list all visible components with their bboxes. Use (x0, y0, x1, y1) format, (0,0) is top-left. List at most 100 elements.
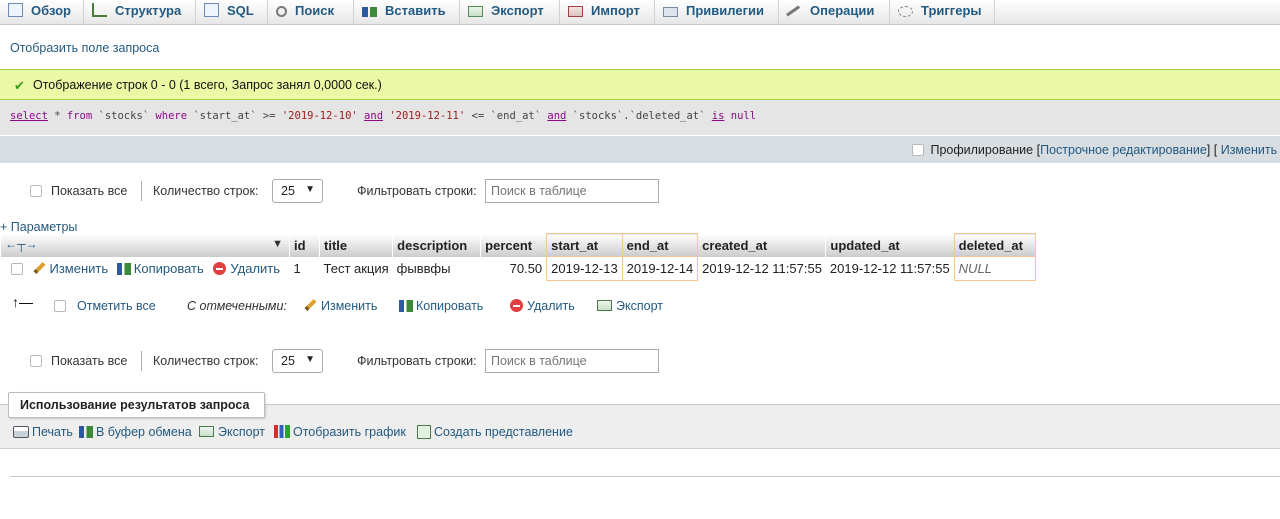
cell-title[interactable]: Тест акция (320, 257, 393, 281)
tab-label: Структура (115, 3, 182, 18)
tab-search[interactable]: Поиск (268, 0, 354, 24)
check-all-link[interactable]: Отметить все (77, 299, 156, 313)
cell-deleted-at[interactable]: NULL (953, 256, 1036, 281)
filter-rows-field[interactable] (485, 349, 659, 373)
export-icon (597, 300, 612, 311)
column-header[interactable]: end_at (621, 233, 699, 257)
print-label: Печать (32, 425, 73, 439)
filter-rows-label: Фильтровать строки: (357, 354, 477, 368)
cell-updated-at[interactable]: 2019-12-12 11:57:55 (826, 257, 954, 281)
success-message: ✔ Отображение строк 0 - 0 (1 всего, Запр… (0, 69, 1280, 100)
profiling-checkbox[interactable] (912, 144, 924, 156)
column-header[interactable]: title (318, 233, 393, 257)
rows-count-select[interactable]: 25 ▼ (272, 349, 323, 373)
clipboard-button[interactable]: В буфер обмена (79, 425, 192, 439)
sql-text: <= `end_at` (465, 110, 548, 122)
tab-sql[interactable]: SQL (196, 0, 268, 24)
bulk-edit-button[interactable]: Изменить (304, 298, 377, 313)
sql-keyword[interactable]: is (712, 110, 725, 122)
cell-id[interactable]: 1 (290, 257, 320, 281)
delete-row-button[interactable]: Удалить (213, 261, 280, 276)
tab-label: Триггеры (921, 3, 982, 18)
cell-created-at[interactable]: 2019-12-12 11:57:55 (698, 257, 826, 281)
navigation-bottom: Показать все Количество строк: 25 ▼ Филь… (0, 349, 680, 375)
tab-label: Привилегии (686, 3, 764, 18)
sql-keyword[interactable]: and (547, 110, 566, 122)
rows-count-select[interactable]: 25 ▼ (272, 179, 323, 203)
row-checkbox[interactable] (10, 263, 23, 275)
tab-export[interactable]: Экспорт (460, 0, 560, 24)
cell-description[interactable]: фыввфы (393, 257, 481, 281)
sql-query[interactable]: select * from `stocks` where `start_at` … (10, 110, 756, 122)
tab-label: Вставить (385, 3, 446, 18)
show-all-checkbox[interactable] (30, 185, 42, 197)
column-header[interactable]: updated_at (825, 233, 955, 257)
rows-count-value: 25 (281, 354, 295, 368)
with-selected-label: С отмеченными: (187, 299, 287, 313)
show-query-link[interactable]: Отобразить поле запроса (10, 41, 159, 55)
inline-edit-link[interactable]: Построчное редактирование (1040, 143, 1207, 157)
tab-browse[interactable]: Обзор (0, 0, 84, 24)
bulk-export-button[interactable]: Экспорт (597, 299, 663, 313)
triggers-icon (898, 6, 913, 17)
print-button[interactable]: Печать (13, 425, 73, 439)
navigation-top: Показать все Количество строк: 25 ▼ Филь… (0, 179, 680, 205)
cell-percent[interactable]: 70.50 (481, 257, 547, 281)
sql-keyword: null (730, 110, 757, 122)
column-header[interactable]: deleted_at (953, 233, 1036, 257)
copy-icon (399, 300, 413, 312)
sort-dropdown-icon[interactable]: ▼ (272, 238, 283, 250)
chart-icon (274, 425, 290, 438)
search-icon (276, 6, 287, 17)
filter-rows-input[interactable] (491, 181, 657, 201)
cell-start-at[interactable]: 2019-12-13 (546, 256, 623, 281)
options-link[interactable]: + Параметры (0, 220, 77, 234)
show-all-label: Показать все (51, 184, 128, 198)
column-header[interactable]: created_at (697, 233, 826, 257)
column-header[interactable]: percent (480, 233, 547, 257)
sql-keyword[interactable]: and (364, 110, 383, 122)
sql-keyword: where (155, 110, 188, 122)
edit-row-button[interactable]: Изменить (32, 261, 108, 276)
privileges-icon (663, 7, 678, 17)
printer-icon (13, 426, 29, 438)
tab-privileges[interactable]: Привилегии (655, 0, 779, 24)
tab-structure[interactable]: Структура (84, 0, 196, 24)
edit-query-link[interactable]: Изменить (1221, 143, 1277, 157)
export-results-label: Экспорт (218, 425, 265, 439)
cell-end-at[interactable]: 2019-12-14 (621, 256, 699, 281)
column-header[interactable]: description (392, 233, 481, 257)
tab-import[interactable]: Импорт (560, 0, 655, 24)
column-header[interactable]: id (289, 233, 320, 257)
tab-label: SQL (227, 3, 254, 18)
column-arrows-header: ←┬→ ▼ (0, 233, 290, 257)
bulk-delete-button[interactable]: Удалить (510, 299, 575, 313)
show-all-checkbox[interactable] (30, 355, 42, 367)
check-all-checkbox[interactable] (54, 300, 66, 312)
browse-icon (8, 3, 23, 17)
create-view-button[interactable]: Создать представление (417, 425, 573, 439)
export-results-button[interactable]: Экспорт (199, 425, 265, 439)
bulk-copy-button[interactable]: Копировать (399, 299, 483, 313)
tab-triggers[interactable]: Триггеры (890, 0, 995, 24)
export-icon (468, 6, 483, 17)
tab-label: Экспорт (491, 3, 544, 18)
display-chart-button[interactable]: Отобразить график (274, 425, 406, 439)
rows-count-label: Количество строк: (153, 354, 259, 368)
sql-keyword[interactable]: select (10, 110, 48, 122)
column-arrows-icon[interactable]: ←┬→ (5, 237, 38, 251)
tab-label: Импорт (591, 3, 640, 18)
filter-rows-input[interactable] (491, 351, 657, 371)
tab-label: Операции (810, 3, 875, 18)
clipboard-icon (79, 426, 93, 438)
filter-rows-field[interactable] (485, 179, 659, 203)
sql-icon (204, 3, 219, 17)
copy-row-button[interactable]: Копировать (116, 261, 204, 276)
sql-text: `stocks` (92, 110, 156, 122)
profiling-bar: Профилирование [Построчное редактировани… (0, 135, 1280, 163)
clipboard-label: В буфер обмена (96, 425, 192, 439)
tab-insert[interactable]: Вставить (354, 0, 460, 24)
bulk-export-label: Экспорт (616, 299, 663, 313)
column-header[interactable]: start_at (546, 233, 623, 257)
tab-operations[interactable]: Операции (779, 0, 890, 24)
